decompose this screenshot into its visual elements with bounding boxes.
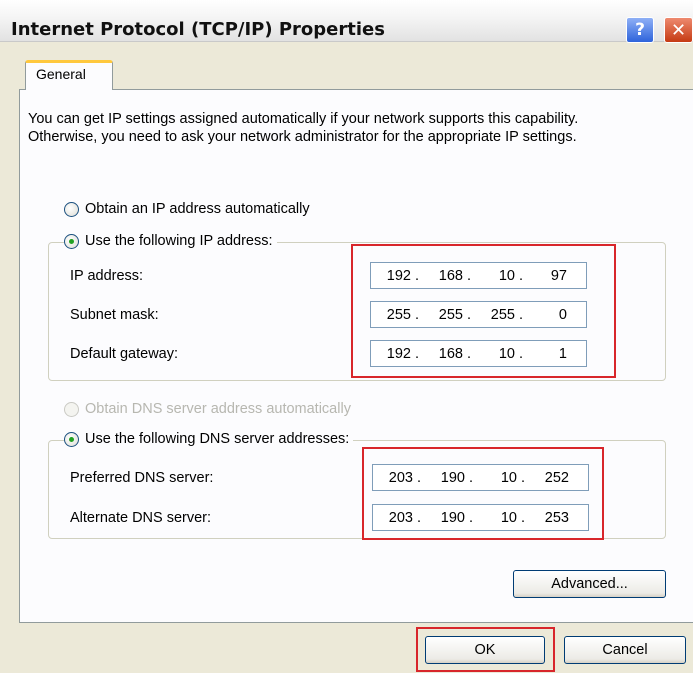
use-following-ip-radio[interactable] [64,233,79,249]
use-following-dns-label: Use the following DNS server addresses: [85,431,350,447]
default-gateway-label: Default gateway: [70,346,179,362]
ip-highlight-box [351,244,616,378]
obtain-dns-auto-option: Obtain DNS server address automatically [64,401,351,417]
help-button[interactable]: ? [626,17,654,43]
obtain-ip-auto-option[interactable]: Obtain an IP address automatically [64,201,310,217]
obtain-ip-auto-radio[interactable] [64,201,79,217]
subnet-mask-label: Subnet mask: [70,307,159,323]
alternate-dns-label: Alternate DNS server: [70,510,212,526]
tcpip-properties-dialog: Internet Protocol (TCP/IP) Properties ? … [0,0,693,673]
obtain-dns-auto-label: Obtain DNS server address automatically [85,401,351,417]
cancel-button[interactable]: Cancel [564,636,686,664]
intro-text: You can get IP settings assigned automat… [28,111,579,145]
ip-address-label: IP address: [70,268,144,284]
use-following-ip-option[interactable]: Use the following IP address: [64,233,277,249]
advanced-button[interactable]: Advanced... [513,570,666,598]
preferred-dns-label: Preferred DNS server: [70,470,214,486]
obtain-dns-auto-radio [64,401,79,417]
use-following-dns-radio[interactable] [64,431,79,447]
dns-highlight-box [362,447,604,540]
tab-general-label: General [36,66,86,82]
help-icon: ? [635,20,645,40]
tab-general[interactable]: General [25,60,113,90]
ok-highlight-box [416,627,555,672]
obtain-ip-auto-label: Obtain an IP address automatically [85,201,310,217]
close-icon: ✕ [670,19,687,41]
use-following-dns-option[interactable]: Use the following DNS server addresses: [64,431,354,447]
title-bar[interactable]: Internet Protocol (TCP/IP) Properties ? … [0,0,693,43]
close-button[interactable]: ✕ [664,17,693,43]
use-following-ip-label: Use the following IP address: [85,233,273,249]
window-title: Internet Protocol (TCP/IP) Properties [11,19,385,40]
